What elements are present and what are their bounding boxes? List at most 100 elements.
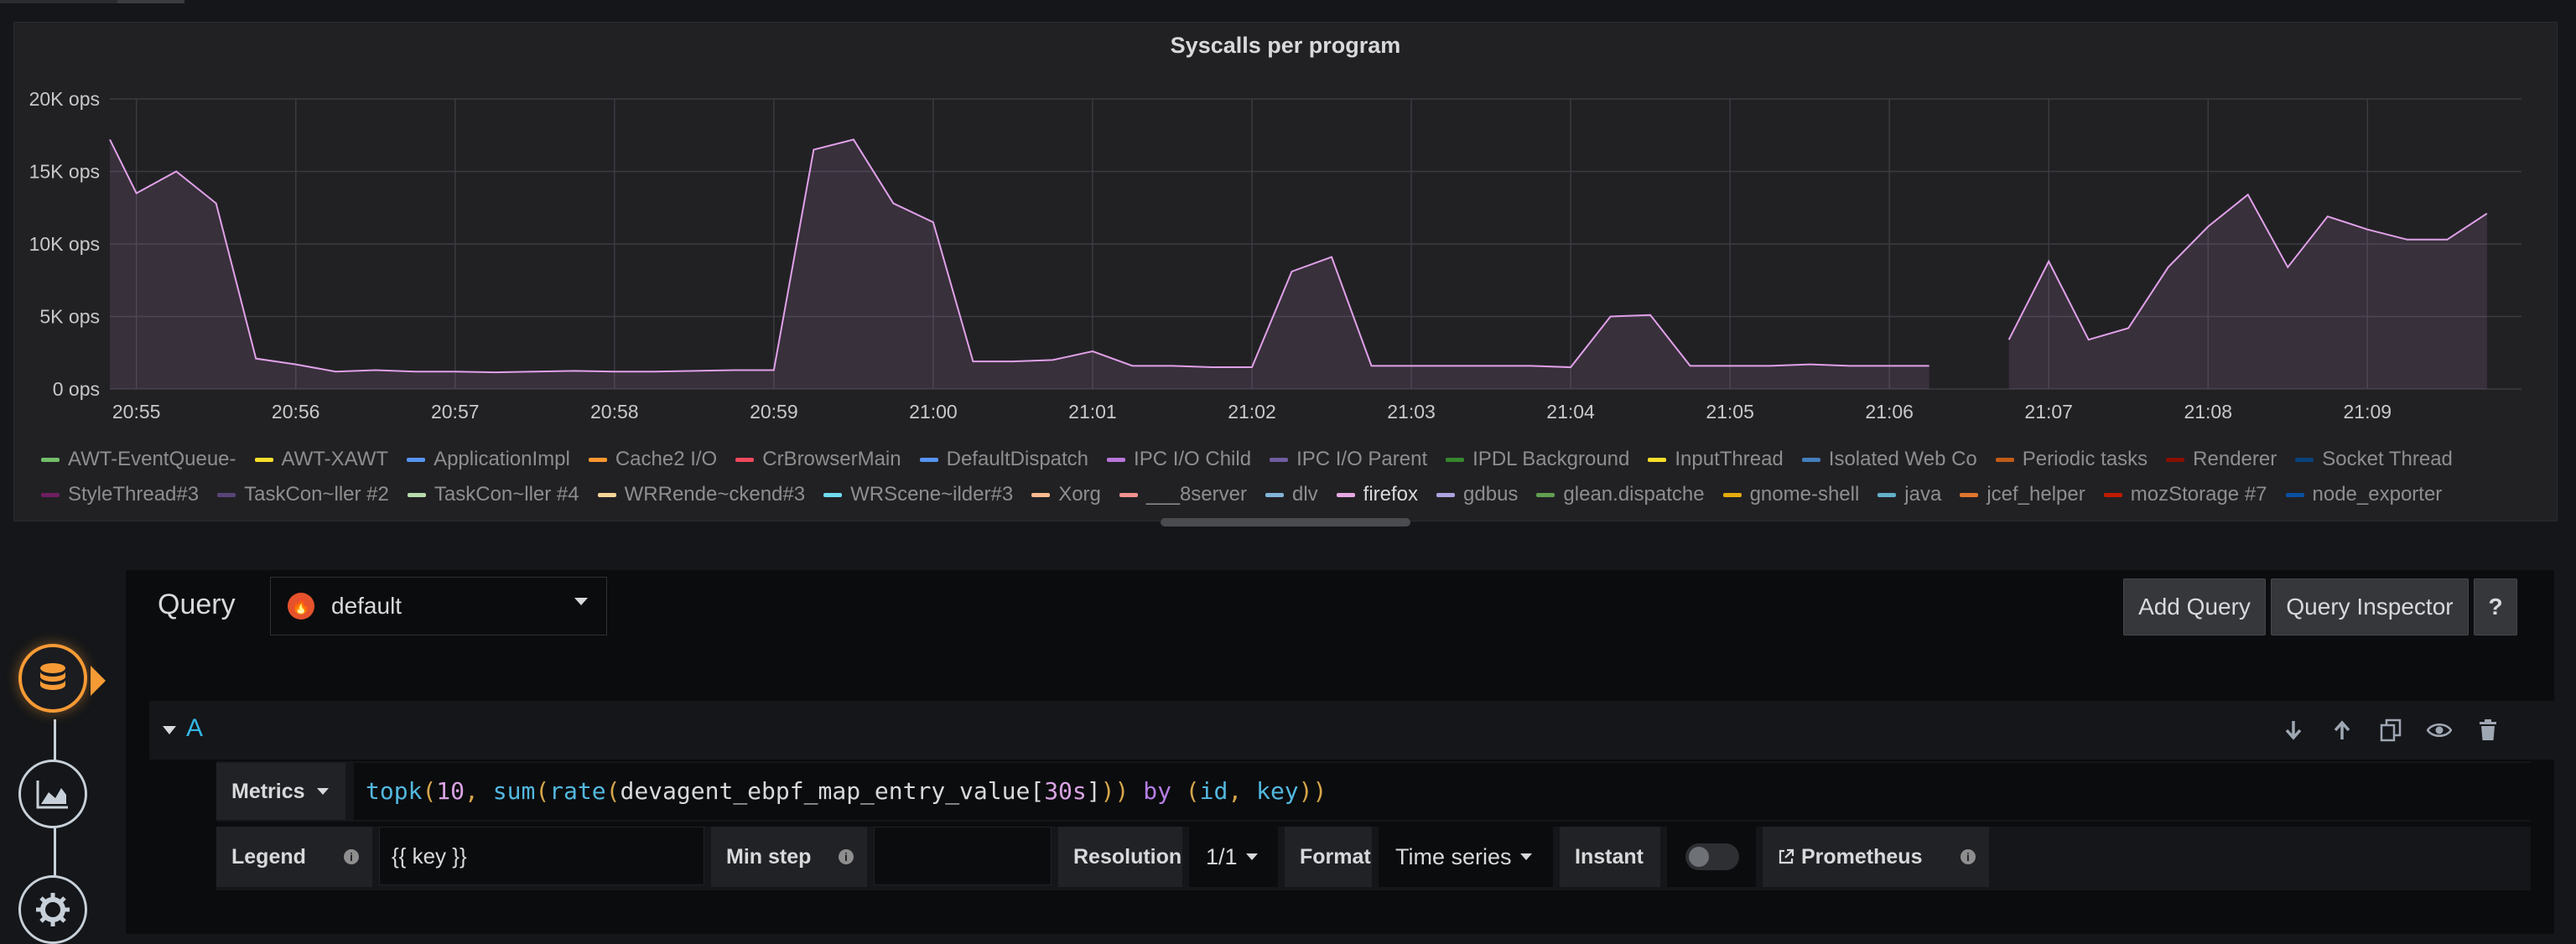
nav-visualization-button[interactable]	[18, 760, 87, 828]
legend-color-swatch[interactable]	[1270, 457, 1289, 462]
eye-icon[interactable]	[2425, 716, 2454, 744]
metrics-browser-button[interactable]: Metrics	[216, 763, 345, 820]
legend-item[interactable]: gnome-shell	[1722, 483, 1860, 506]
legend-item-label[interactable]: Socket Thread	[2322, 448, 2453, 471]
legend-item-label[interactable]: WRRende~ckend#3	[625, 483, 805, 506]
legend-color-swatch[interactable]	[1960, 492, 1979, 497]
add-query-button[interactable]: Add Query	[2123, 578, 2266, 635]
legend-color-swatch[interactable]	[588, 457, 607, 462]
legend-color-swatch[interactable]	[1336, 492, 1355, 497]
legend-color-swatch[interactable]	[1995, 457, 2014, 462]
legend-item[interactable]: AWT-EventQueue-	[41, 448, 236, 471]
min-step-input[interactable]	[874, 827, 1052, 885]
info-icon[interactable]: i	[344, 849, 359, 864]
nav-queries-button[interactable]	[18, 644, 87, 713]
legend-item[interactable]: firefox	[1336, 483, 1418, 506]
legend-scrollbar[interactable]	[1161, 518, 1410, 526]
trash-icon[interactable]	[2474, 716, 2502, 744]
legend-color-swatch[interactable]	[1436, 492, 1456, 497]
legend-color-swatch[interactable]	[1877, 492, 1897, 497]
legend-item-label[interactable]: Isolated Web Co	[1829, 448, 1977, 471]
legend-item[interactable]: Periodic tasks	[1995, 448, 2148, 471]
legend-color-swatch[interactable]	[1446, 457, 1465, 462]
instant-toggle[interactable]	[1685, 843, 1739, 870]
legend-item[interactable]: AWT-XAWT	[254, 448, 389, 471]
legend-format-input[interactable]: {{ key }}	[379, 827, 704, 885]
legend-item[interactable]: mozStorage #7	[2103, 483, 2267, 506]
legend-color-swatch[interactable]	[735, 457, 755, 462]
legend-item[interactable]: gdbus	[1436, 483, 1518, 506]
move-down-icon[interactable]	[2279, 716, 2308, 744]
query-expression-input[interactable]: topk(10, sum(rate(devagent_ebpf_map_entr…	[354, 763, 2531, 820]
legend-item[interactable]: dlv	[1265, 483, 1318, 506]
legend-item[interactable]: Socket Thread	[2295, 448, 2453, 471]
legend-item-label[interactable]: mozStorage #7	[2131, 483, 2267, 506]
legend-color-swatch[interactable]	[823, 492, 843, 497]
legend-color-swatch[interactable]	[217, 492, 236, 497]
info-icon[interactable]: i	[1961, 849, 1976, 864]
legend-item-label[interactable]: CrBrowserMain	[762, 448, 901, 471]
legend-item-label[interactable]: ApplicationImpl	[434, 448, 570, 471]
legend-item[interactable]: Xorg	[1031, 483, 1101, 506]
syscalls-chart[interactable]: 0 ops 5K ops 10K ops 15K ops 20K ops 20:55 20:…	[14, 23, 2557, 442]
legend-color-swatch[interactable]	[1536, 492, 1555, 497]
legend-item-label[interactable]: DefaultDispatch	[947, 448, 1088, 471]
legend-item-label[interactable]: TaskCon~ller #2	[244, 483, 389, 506]
legend-item[interactable]: ApplicationImpl	[407, 448, 570, 471]
format-select[interactable]: Time series	[1379, 827, 1553, 887]
legend-color-swatch[interactable]	[2295, 457, 2314, 462]
legend-item-label[interactable]: AWT-XAWT	[282, 448, 389, 471]
legend-color-swatch[interactable]	[597, 492, 616, 497]
legend-item[interactable]: glean.dispatche	[1536, 483, 1705, 506]
legend-item-label[interactable]: firefox	[1363, 483, 1418, 506]
legend-color-swatch[interactable]	[254, 457, 273, 462]
collapse-caret-icon[interactable]	[163, 726, 176, 734]
legend-item-label[interactable]: dlv	[1292, 483, 1318, 506]
query-inspector-button[interactable]: Query Inspector	[2271, 578, 2469, 635]
legend-item-label[interactable]: TaskCon~ller #4	[434, 483, 579, 506]
legend-item-label[interactable]: AWT-EventQueue-	[68, 448, 236, 471]
resolution-select[interactable]: 1/1	[1189, 827, 1278, 887]
legend-item-label[interactable]: Cache2 I/O	[615, 448, 717, 471]
legend-item[interactable]: StyleThread#3	[41, 483, 199, 506]
legend-item[interactable]: IPC I/O Parent	[1270, 448, 1427, 471]
legend-item[interactable]: TaskCon~ller #4	[407, 483, 579, 506]
legend-item-label[interactable]: gdbus	[1463, 483, 1518, 506]
legend-item-label[interactable]: IPC I/O Child	[1134, 448, 1251, 471]
help-button[interactable]: ?	[2474, 578, 2517, 635]
legend-item-label[interactable]: IPDL Background	[1472, 448, 1629, 471]
legend-color-swatch[interactable]	[1722, 492, 1742, 497]
legend-item-label[interactable]: WRScene~ilder#3	[850, 483, 1013, 506]
legend-color-swatch[interactable]	[1265, 492, 1284, 497]
legend-color-swatch[interactable]	[41, 492, 60, 497]
query-ref-id[interactable]: A	[186, 714, 203, 743]
legend-item[interactable]: jcef_helper	[1960, 483, 2085, 506]
legend-item[interactable]: DefaultDispatch	[919, 448, 1088, 471]
legend-color-swatch[interactable]	[1031, 492, 1051, 497]
legend-item-label[interactable]: Periodic tasks	[2023, 448, 2148, 471]
prometheus-docs-link[interactable]: Prometheus i	[1763, 827, 1989, 887]
info-icon[interactable]: i	[839, 849, 854, 864]
legend-item[interactable]: WRRende~ckend#3	[597, 483, 805, 506]
move-up-icon[interactable]	[2328, 716, 2356, 744]
legend-item-label[interactable]: node_exporter	[2313, 483, 2443, 506]
legend-color-swatch[interactable]	[1648, 457, 1667, 462]
legend-item[interactable]: IPC I/O Child	[1107, 448, 1251, 471]
legend-item-label[interactable]: IPC I/O Parent	[1296, 448, 1427, 471]
legend-item[interactable]: Isolated Web Co	[1801, 448, 1977, 471]
legend-color-swatch[interactable]	[1119, 492, 1138, 497]
legend-color-swatch[interactable]	[41, 457, 60, 462]
legend-item[interactable]: WRScene~ilder#3	[823, 483, 1013, 506]
legend-color-swatch[interactable]	[1801, 457, 1820, 462]
legend-item[interactable]: ___8server	[1119, 483, 1247, 506]
legend-color-swatch[interactable]	[407, 457, 426, 462]
legend-color-swatch[interactable]	[919, 457, 938, 462]
legend-item[interactable]: Renderer	[2166, 448, 2277, 471]
legend-item-label[interactable]: jcef_helper	[1987, 483, 2085, 506]
legend-color-swatch[interactable]	[407, 492, 426, 497]
legend-item-label[interactable]: Xorg	[1058, 483, 1101, 506]
legend-color-swatch[interactable]	[2285, 492, 2304, 497]
legend-item-label[interactable]: glean.dispatche	[1563, 483, 1704, 506]
legend-item-label[interactable]: gnome-shell	[1750, 483, 1860, 506]
legend-item[interactable]: java	[1877, 483, 1941, 506]
